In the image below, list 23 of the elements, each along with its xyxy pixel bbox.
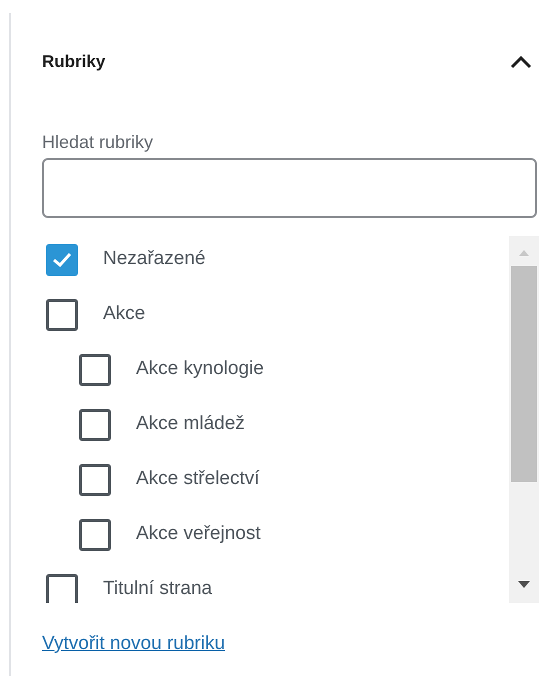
category-label: Akce kynologie bbox=[136, 357, 264, 382]
category-label: Akce veřejnost bbox=[136, 522, 261, 546]
panel-title: Rubriky bbox=[42, 51, 106, 74]
checkbox[interactable] bbox=[46, 244, 78, 276]
scrollbar[interactable] bbox=[509, 236, 539, 603]
chevron-up-icon[interactable] bbox=[510, 55, 532, 69]
category-label: Akce mládež bbox=[136, 412, 245, 436]
search-field[interactable] bbox=[42, 158, 537, 218]
category-label: Akce střelectví bbox=[136, 467, 260, 492]
checkmark-icon bbox=[52, 252, 72, 268]
checkbox[interactable] bbox=[79, 354, 111, 386]
checkbox[interactable] bbox=[79, 518, 111, 550]
scroll-down-arrow-icon[interactable] bbox=[518, 581, 530, 588]
add-category-link[interactable]: Vytvořit novou rubriku bbox=[42, 633, 226, 654]
checkbox[interactable] bbox=[79, 408, 111, 440]
scrollbar-thumb[interactable] bbox=[511, 266, 537, 482]
search-label: Hledat rubriky bbox=[42, 131, 154, 154]
checkbox[interactable] bbox=[46, 298, 78, 330]
checkbox[interactable] bbox=[46, 574, 78, 603]
category-label: Nezařazené bbox=[103, 247, 206, 272]
checkbox[interactable] bbox=[79, 464, 111, 496]
category-label: Akce bbox=[103, 302, 146, 326]
category-label: Titulní strana bbox=[103, 577, 212, 602]
